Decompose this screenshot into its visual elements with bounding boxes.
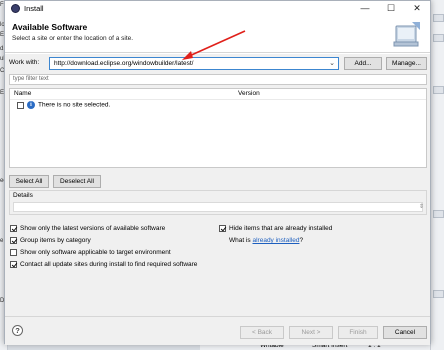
- group-by-category-label: Group items by category: [20, 237, 91, 245]
- show-applicable-label: Show only software applicable to target …: [20, 249, 171, 257]
- tree-row-label: There is no site selected.: [38, 101, 111, 109]
- option-contact-sites[interactable]: Contact all update sites during install …: [10, 261, 197, 268]
- filter-input[interactable]: type filter text: [9, 74, 427, 85]
- title-bar[interactable]: Install — ☐ ✕: [5, 1, 430, 17]
- column-header-version[interactable]: Version: [238, 90, 260, 97]
- option-show-applicable[interactable]: Show only software applicable to target …: [10, 249, 171, 256]
- add-site-button[interactable]: Add...: [344, 57, 382, 70]
- close-button[interactable]: ✕: [404, 1, 430, 17]
- background-ide-right-edge: [430, 0, 444, 350]
- page-subtitle: Select a site or enter the location of a…: [12, 35, 134, 42]
- bg-toolbar-block: [433, 86, 444, 94]
- group-by-category-checkbox[interactable]: [10, 237, 17, 244]
- finish-button[interactable]: Finish: [338, 326, 378, 339]
- install-dialog: Install — ☐ ✕ Available Software Select …: [4, 0, 431, 345]
- show-latest-checkbox[interactable]: [10, 225, 17, 232]
- header-divider: [10, 99, 426, 100]
- bg-toolbar-block: [433, 14, 444, 22]
- show-applicable-checkbox[interactable]: [10, 249, 17, 256]
- deselect-all-button[interactable]: Deselect All: [53, 175, 101, 188]
- window-title: Install: [24, 4, 44, 13]
- back-button[interactable]: < Back: [240, 326, 284, 339]
- cancel-button[interactable]: Cancel: [383, 326, 427, 339]
- page-title: Available Software: [12, 22, 88, 32]
- show-latest-label: Show only the latest versions of availab…: [20, 225, 166, 233]
- scroll-arrows-icon[interactable]: ⇕: [419, 203, 424, 210]
- already-installed-link[interactable]: already installed: [252, 237, 299, 244]
- column-header-name[interactable]: Name: [14, 90, 31, 97]
- wizard-footer: ? < Back Next > Finish Cancel: [5, 316, 430, 345]
- work-with-combo[interactable]: http://download.eclipse.org/windowbuilde…: [49, 57, 339, 70]
- what-is-installed: What is already installed?: [229, 237, 303, 244]
- work-with-value: http://download.eclipse.org/windowbuilde…: [54, 60, 194, 67]
- contact-sites-checkbox[interactable]: [10, 261, 17, 268]
- manage-sites-button[interactable]: Manage...: [386, 57, 427, 70]
- chevron-down-icon[interactable]: ⌄: [329, 58, 335, 69]
- help-icon[interactable]: ?: [12, 325, 23, 336]
- bg-toolbar-block: [433, 210, 444, 218]
- maximize-button[interactable]: ☐: [378, 1, 404, 17]
- wizard-header: Available Software Select a site or ente…: [5, 17, 430, 53]
- eclipse-app-icon: [11, 4, 20, 13]
- details-label: Details: [13, 192, 33, 199]
- info-icon: i: [27, 101, 35, 109]
- wizard-body: Work with: http://download.eclipse.org/w…: [5, 54, 430, 316]
- hide-installed-checkbox[interactable]: [219, 225, 226, 232]
- work-with-label: Work with:: [9, 59, 40, 66]
- select-all-button[interactable]: Select All: [9, 175, 49, 188]
- tree-row-checkbox[interactable]: [17, 101, 24, 109]
- option-hide-installed[interactable]: Hide items that are already installed: [219, 225, 332, 232]
- contact-sites-label: Contact all update sites during install …: [20, 261, 198, 269]
- option-show-latest[interactable]: Show only the latest versions of availab…: [10, 225, 165, 232]
- what-is-suffix: ?: [299, 237, 304, 244]
- tree-row[interactable]: i There is no site selected.: [17, 101, 110, 110]
- details-group: Details ⇕: [9, 190, 427, 215]
- install-banner-icon: [393, 22, 420, 47]
- minimize-button[interactable]: —: [352, 1, 378, 17]
- bg-toolbar-block: [433, 290, 444, 298]
- hide-installed-label: Hide items that are already installed: [229, 225, 333, 233]
- details-text-area[interactable]: [13, 202, 423, 212]
- software-tree[interactable]: Name Version i There is no site selected.: [9, 88, 427, 168]
- bg-toolbar-block: [433, 34, 444, 42]
- option-group-by-category[interactable]: Group items by category: [10, 237, 91, 244]
- next-button[interactable]: Next >: [289, 326, 333, 339]
- what-is-prefix: What is: [229, 237, 253, 244]
